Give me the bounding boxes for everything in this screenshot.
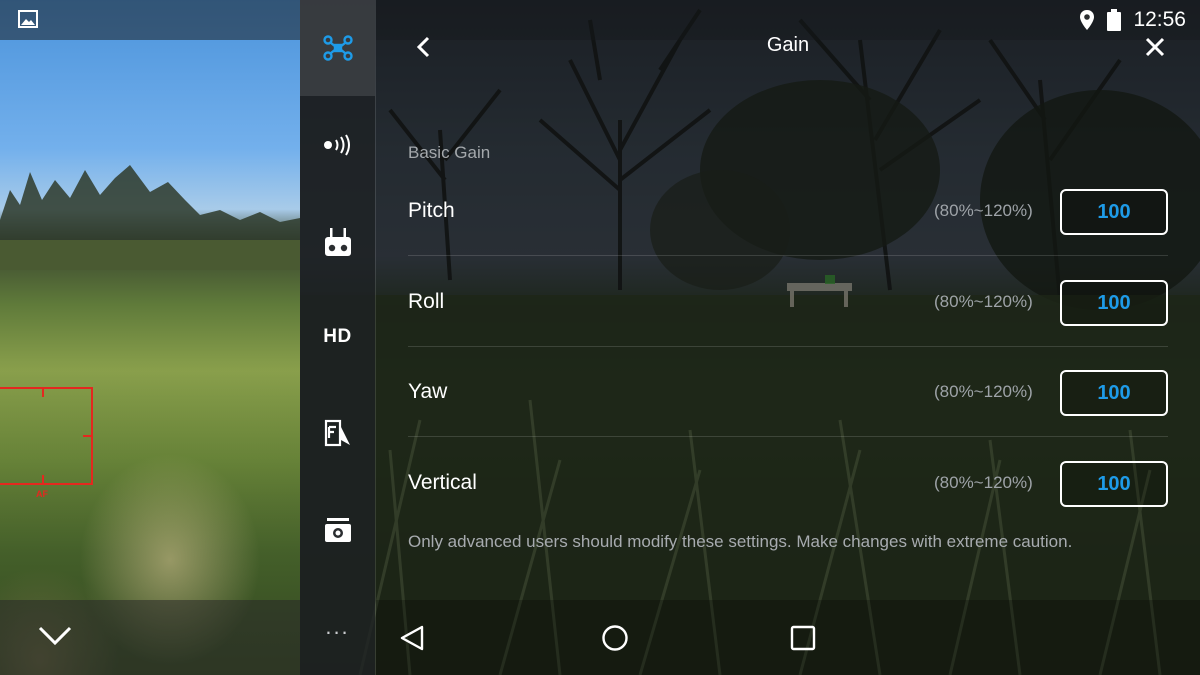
row-label: Pitch <box>408 199 455 222</box>
pitch-gain-input[interactable]: 100 <box>1060 189 1168 235</box>
row-divider <box>408 436 1168 437</box>
top-bar-left <box>0 0 300 40</box>
treeline-silhouette <box>0 165 300 270</box>
sidebar-item-map[interactable] <box>300 403 375 463</box>
row-range: (80%~120%) <box>934 292 1033 311</box>
nav-back-icon[interactable] <box>398 624 426 652</box>
aircraft-icon <box>322 35 353 61</box>
map-icon <box>324 419 350 447</box>
page-title: Gain <box>766 34 810 56</box>
signal-icon <box>323 134 350 156</box>
gain-row-roll: Roll (80%~120%) 100 <box>408 257 1168 347</box>
sidebar-item-hd[interactable]: HD <box>300 307 375 367</box>
focus-box[interactable] <box>0 387 93 485</box>
location-icon <box>1080 10 1095 30</box>
back-icon[interactable] <box>410 32 438 62</box>
row-range: (80%~120%) <box>934 201 1033 220</box>
roll-gain-input[interactable]: 100 <box>1060 280 1168 326</box>
row-range: (80%~120%) <box>934 473 1033 492</box>
chevron-down-icon[interactable] <box>38 625 72 647</box>
row-label: Roll <box>408 290 445 313</box>
focus-label: AF <box>36 489 48 499</box>
row-range: (80%~120%) <box>934 382 1033 401</box>
sidebar-divider <box>375 0 376 675</box>
status-area: 12:56 <box>1079 8 1186 32</box>
warning-text: Only advanced users should modify these … <box>408 532 1073 551</box>
settings-sidebar: HD ... <box>300 0 375 675</box>
gain-row-yaw: Yaw (80%~120%) 100 <box>408 347 1168 437</box>
gain-row-pitch: Pitch (80%~120%) 100 <box>408 166 1168 256</box>
gain-row-vertical: Vertical (80%~120%) 100 <box>408 438 1168 528</box>
sidebar-item-signal[interactable] <box>300 115 375 175</box>
clock: 12:56 <box>1133 8 1186 31</box>
close-icon[interactable] <box>1141 33 1169 61</box>
more-button[interactable]: ... <box>300 597 375 657</box>
focus-tick-bottom <box>42 475 44 485</box>
nav-home-icon[interactable] <box>601 624 629 652</box>
focus-tick-right <box>83 435 93 437</box>
row-divider <box>408 255 1168 256</box>
camera-preview[interactable]: AF <box>0 0 300 675</box>
gallery-icon[interactable] <box>18 10 38 28</box>
yaw-gain-input[interactable]: 100 <box>1060 370 1168 416</box>
row-label: Vertical <box>408 471 477 494</box>
more-dots-icon: ... <box>325 614 350 639</box>
sidebar-item-camera[interactable] <box>300 500 375 560</box>
sidebar-item-remote-controller[interactable] <box>300 212 375 272</box>
focus-tick-top <box>42 387 44 397</box>
vertical-gain-input[interactable]: 100 <box>1060 461 1168 507</box>
sidebar-item-aircraft[interactable] <box>300 18 375 78</box>
remote-controller-icon <box>324 228 351 256</box>
section-label: Basic Gain <box>408 143 491 162</box>
row-label: Yaw <box>408 380 448 403</box>
camera-icon <box>324 518 351 542</box>
nav-recents-icon[interactable] <box>790 625 816 651</box>
battery-icon <box>1107 9 1122 31</box>
system-nav-bar <box>376 600 1200 675</box>
hd-icon: HD <box>323 326 352 347</box>
